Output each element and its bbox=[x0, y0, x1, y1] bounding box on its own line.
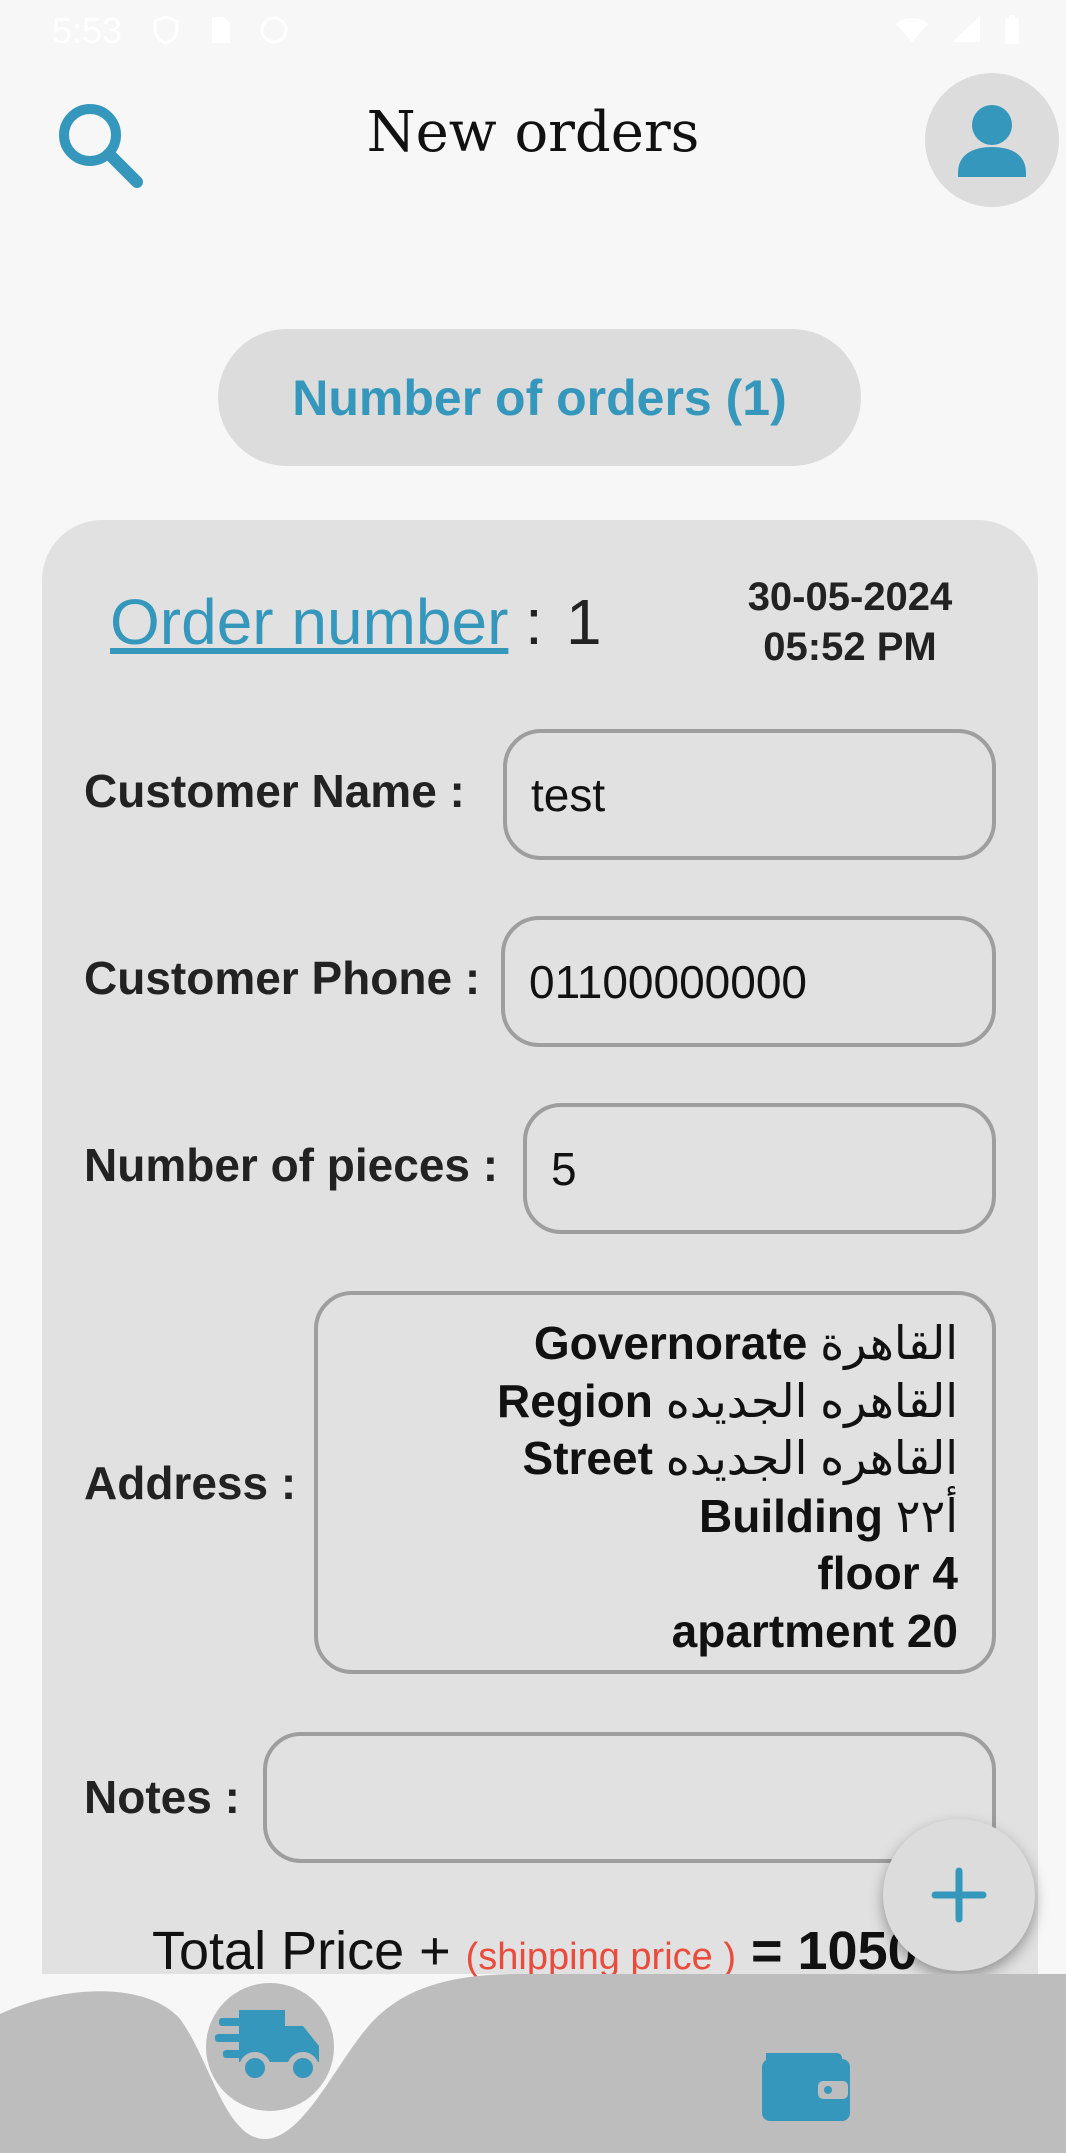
address-line-governorate: Governorate القاهرة bbox=[533, 1317, 958, 1369]
page-title: New orders bbox=[366, 100, 700, 165]
address-line-building: Building أ٢٢ bbox=[699, 1489, 958, 1542]
status-time: 5:53 bbox=[52, 10, 123, 51]
total-price-label: Total Price + bbox=[152, 1921, 466, 1981]
profile-button[interactable] bbox=[925, 73, 1059, 207]
customer-phone-value: 01100000000 bbox=[529, 955, 807, 1008]
order-number-link[interactable]: Order number bbox=[110, 585, 508, 659]
pieces-field[interactable]: 5 bbox=[523, 1103, 996, 1234]
add-order-button[interactable] bbox=[883, 1819, 1035, 1971]
truck-icon bbox=[215, 2010, 319, 2084]
address-line-region: Region القاهره الجديده bbox=[497, 1374, 958, 1427]
order-datetime: 30-05-2024 05:52 PM bbox=[720, 572, 980, 672]
signal-icon bbox=[950, 14, 982, 51]
status-right-icons bbox=[894, 14, 1022, 51]
customer-name-label: Customer Name : bbox=[84, 765, 465, 817]
person-icon bbox=[958, 105, 1026, 177]
address-label: Address : bbox=[84, 1457, 297, 1509]
order-number-separator: : bbox=[525, 586, 543, 658]
order-number-value: 1 bbox=[566, 586, 602, 658]
address-field[interactable]: Governorate القاهرة Region القاهره الجدي… bbox=[314, 1291, 996, 1674]
customer-name-value: test bbox=[531, 768, 606, 821]
bottom-navigation bbox=[0, 1974, 1066, 2153]
address-line-floor: floor 4 bbox=[817, 1547, 958, 1599]
sim-icon bbox=[204, 14, 236, 46]
pieces-value: 5 bbox=[551, 1142, 577, 1195]
customer-phone-label: Customer Phone : bbox=[84, 952, 481, 1004]
order-time: 05:52 PM bbox=[763, 625, 937, 669]
wallet-icon bbox=[762, 2053, 850, 2121]
notes-field[interactable] bbox=[263, 1732, 996, 1863]
pieces-label: Number of pieces : bbox=[84, 1139, 499, 1191]
battery-icon bbox=[1002, 14, 1022, 51]
notes-label: Notes : bbox=[84, 1771, 240, 1823]
shield-icon bbox=[150, 14, 182, 46]
plus-icon bbox=[931, 1867, 987, 1923]
address-line-apartment: apartment 20 bbox=[671, 1604, 958, 1657]
customer-phone-field[interactable]: 01100000000 bbox=[501, 916, 996, 1047]
notification-icon bbox=[258, 14, 290, 46]
nav-wallet-tab[interactable] bbox=[760, 2045, 856, 2125]
nav-orders-tab[interactable] bbox=[206, 1983, 334, 2111]
shipping-price-label: (shipping price ) bbox=[465, 1936, 736, 1978]
order-date: 30-05-2024 bbox=[747, 575, 953, 619]
wifi-icon bbox=[894, 14, 930, 51]
total-price-line: Total Price + (shipping price ) = 1050 bbox=[152, 1920, 918, 1982]
total-price-value: = 1050 bbox=[735, 1921, 918, 1981]
address-line-street: Street القاهره الجديده bbox=[522, 1432, 958, 1484]
customer-name-field[interactable]: test bbox=[503, 729, 996, 860]
status-left-icons bbox=[150, 14, 290, 46]
orders-count-pill[interactable]: Number of orders (1) bbox=[218, 329, 861, 466]
